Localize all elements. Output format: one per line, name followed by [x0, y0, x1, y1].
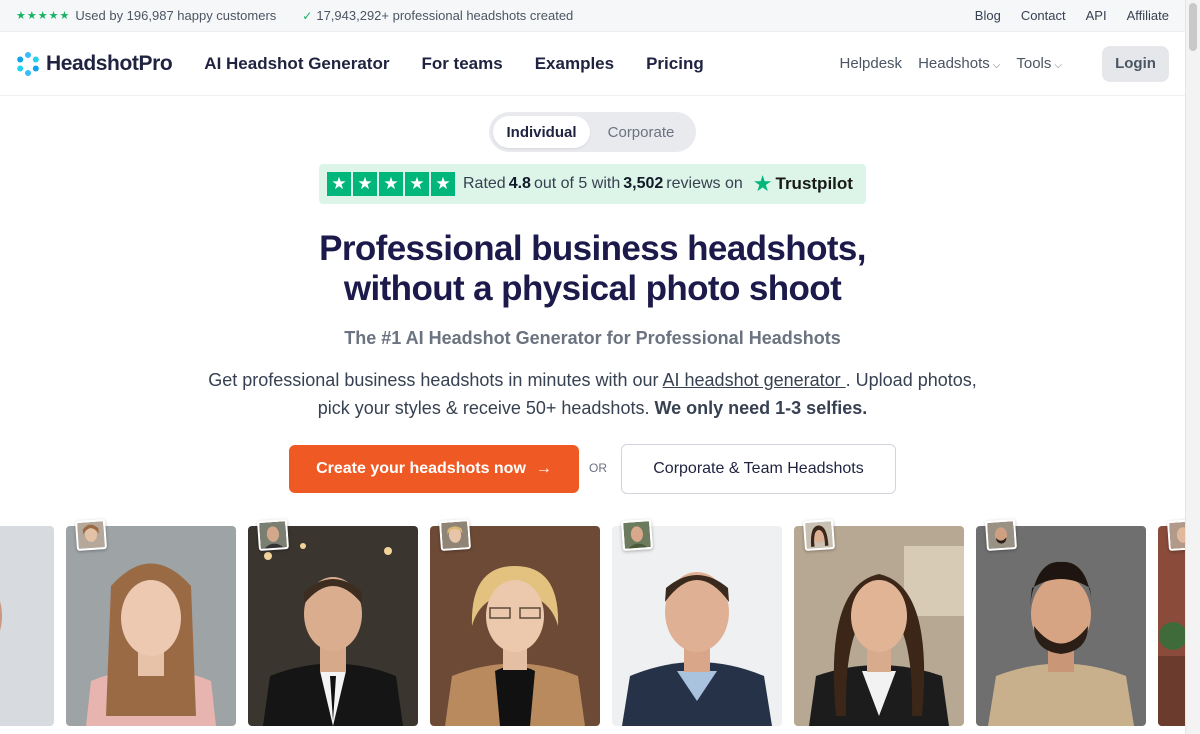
headshot-card[interactable] [976, 526, 1146, 726]
blog-link[interactable]: Blog [975, 8, 1001, 23]
logo-icon [16, 51, 40, 76]
headshot-card[interactable] [66, 526, 236, 726]
trustpilot-logo: ★ Trustpilot [753, 171, 853, 197]
chevron-down-icon: ⌵ [992, 60, 1001, 71]
headshot-image [612, 526, 782, 726]
trustpilot-name: Trustpilot [775, 174, 853, 193]
brand-name: HeadshotPro [46, 51, 173, 75]
login-button[interactable]: Login [1102, 45, 1169, 82]
headshots-label: Headshots [918, 55, 990, 72]
headshot-card[interactable] [248, 526, 418, 726]
headshot-card[interactable] [1158, 526, 1185, 726]
selfie-thumbnail [802, 518, 836, 552]
headshot-image [66, 526, 236, 726]
headshot-image [0, 526, 54, 726]
review-count: 3,502 [623, 175, 664, 192]
create-headshots-button[interactable]: Create your headshots now → [289, 445, 579, 493]
selfie-thumbnail [256, 518, 290, 552]
nav-tools-dropdown[interactable]: Tools ⌵ [1016, 55, 1062, 72]
headline-line-2: without a physical photo shoot [343, 269, 842, 308]
trustpilot-stars-icon: ★ ★ ★ ★ ★ [327, 172, 455, 196]
headshot-card[interactable] [430, 526, 600, 726]
chevron-down-icon: ⌵ [1054, 60, 1062, 71]
page-scrollbar[interactable] [1185, 0, 1200, 734]
hero-description: Get professional business headshots in m… [200, 366, 985, 422]
toggle-individual[interactable]: Individual [493, 116, 590, 148]
nav-pricing[interactable]: Pricing [646, 54, 704, 74]
selfie-thumbnail [438, 518, 472, 552]
selfie-thumbnail [620, 518, 654, 552]
scrollbar-thumb[interactable] [1189, 3, 1197, 51]
out-of-label: out of 5 with [533, 175, 621, 192]
headshot-image [1158, 526, 1185, 726]
headshots-count: 17,943,292+ professional headshots creat… [316, 8, 574, 23]
customers-count: Used by 196,987 happy customers [75, 8, 277, 23]
headshot-gallery [0, 516, 1185, 734]
main-nav: HeadshotPro AI Headshot Generator For te… [0, 32, 1185, 96]
or-divider: OR [589, 461, 607, 475]
api-link[interactable]: API [1086, 8, 1107, 23]
nav-examples[interactable]: Examples [535, 54, 614, 74]
headshot-card[interactable] [0, 526, 54, 726]
headshot-image [794, 526, 964, 726]
trustpilot-badge[interactable]: ★ ★ ★ ★ ★ Rated 4.8 out of 5 with 3,502 revi… [319, 164, 866, 204]
desc-bold: We only need 1-3 selfies. [654, 398, 868, 418]
nav-ai-headshot-generator[interactable]: AI Headshot Generator [204, 54, 389, 74]
create-headshots-label: Create your headshots now [316, 460, 526, 477]
tools-label: Tools [1016, 55, 1052, 72]
rating-score: 4.8 [508, 175, 531, 192]
rating-stars-icon: ★ ★ ★ ★ ★ [16, 10, 70, 22]
ai-generator-link[interactable]: AI headshot generator [663, 370, 846, 390]
brand-logo[interactable]: HeadshotPro [16, 51, 173, 76]
top-bar: ★ ★ ★ ★ ★ Used by 196,987 happy customers ✓ … [0, 0, 1185, 32]
headshot-image [248, 526, 418, 726]
nav-helpdesk[interactable]: Helpdesk [840, 55, 903, 72]
selfie-thumbnail [74, 518, 108, 552]
page-subtitle: The #1 AI Headshot Generator for Profess… [344, 328, 841, 348]
desc-text-1: Get professional business headshots in m… [208, 370, 663, 390]
affiliate-link[interactable]: Affiliate [1127, 8, 1169, 23]
arrow-right-icon: → [535, 460, 552, 477]
check-icon: ✓ [302, 8, 313, 23]
toggle-corporate[interactable]: Corporate [590, 116, 692, 148]
page-title: Professional business headshots, without… [0, 229, 1185, 309]
reviews-on-label: reviews on [666, 175, 743, 192]
trustpilot-star-icon: ★ [752, 171, 773, 196]
selfie-thumbnail [984, 518, 1018, 552]
headshot-card[interactable] [612, 526, 782, 726]
headshot-image [430, 526, 600, 726]
headline-line-1: Professional business headshots, [319, 229, 866, 268]
headshot-card[interactable] [794, 526, 964, 726]
nav-for-teams[interactable]: For teams [421, 54, 502, 74]
selfie-thumbnail [1166, 518, 1185, 552]
contact-link[interactable]: Contact [1021, 8, 1066, 23]
rated-label: Rated [463, 175, 506, 192]
nav-headshots-dropdown[interactable]: Headshots ⌵ [918, 55, 1000, 72]
audience-toggle: Individual Corporate [489, 112, 696, 152]
headshot-image [976, 526, 1146, 726]
corporate-headshots-button[interactable]: Corporate & Team Headshots [621, 444, 896, 494]
